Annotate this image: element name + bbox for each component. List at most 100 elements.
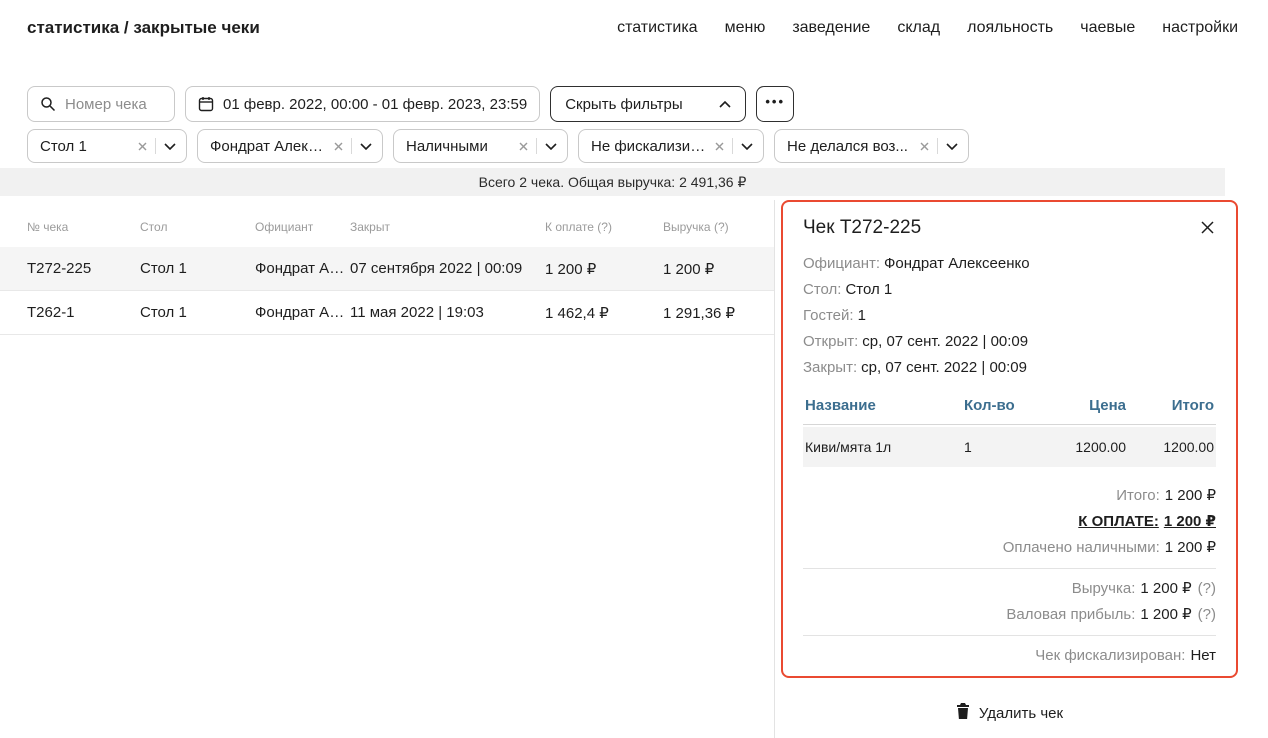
- field-opened: Открыт:ср, 07 сент. 2022 | 00:09: [803, 329, 1216, 355]
- date-range-label: 01 февр. 2022, 00:00 - 01 февр. 2023, 23…: [223, 96, 527, 113]
- help-icon[interactable]: (?): [1198, 580, 1216, 597]
- field-value: Фондрат Алексеенко: [884, 255, 1030, 272]
- item-name: Киви/мята 1л: [803, 439, 964, 455]
- cell-revenue: 1 200 ₽: [663, 260, 774, 278]
- filter-pill-fiscalized[interactable]: Не фискализир...: [578, 129, 764, 163]
- nav-item-venue[interactable]: заведение: [792, 19, 870, 37]
- nav-item-loyalty[interactable]: лояльность: [967, 19, 1053, 37]
- total-subtotal: Итого:1 200 ₽: [803, 483, 1216, 509]
- remove-filter-icon[interactable]: [334, 142, 343, 151]
- cell-to-pay: 1 462,4 ₽: [545, 304, 663, 322]
- total-paid-cash: Оплачено наличными:1 200 ₽: [803, 535, 1216, 561]
- totals-divider: [803, 568, 1216, 569]
- cell-to-pay: 1 200 ₽: [545, 260, 663, 278]
- filter-pill-label: Не делался воз...: [787, 138, 912, 155]
- remove-filter-icon[interactable]: [138, 142, 147, 151]
- filter-pill-refund[interactable]: Не делался воз...: [774, 129, 969, 163]
- cell-waiter: Фондрат Алекс...: [255, 304, 350, 321]
- receipts-table: № чека Стол Официант Закрыт К оплате (?)…: [0, 207, 774, 335]
- pill-divider: [351, 138, 352, 154]
- field-label: Стол:: [803, 281, 841, 298]
- hide-filters-button[interactable]: Скрыть фильтры: [550, 86, 746, 122]
- field-label: Закрыт:: [803, 359, 857, 376]
- item-total: 1200.00: [1128, 439, 1216, 455]
- field-value: ср, 07 сент. 2022 | 00:09: [862, 333, 1028, 350]
- field-guests: Гостей:1: [803, 303, 1216, 329]
- pill-divider: [155, 138, 156, 154]
- nav-item-settings[interactable]: настройки: [1162, 19, 1238, 37]
- pill-divider: [937, 138, 938, 154]
- total-gross-profit: Валовая прибыль:1 200 ₽(?): [803, 602, 1216, 628]
- col-header-closed: Закрыт: [350, 220, 545, 234]
- chevron-up-icon: [719, 101, 731, 108]
- items-col-name: Название: [803, 397, 964, 414]
- cell-receipt-number: T262-1: [27, 304, 140, 321]
- header: статистика / закрытые чеки статистика ме…: [0, 0, 1268, 38]
- items-col-total: Итого: [1128, 397, 1216, 414]
- total-to-pay: К ОПЛАТЕ:1 200 ₽: [803, 509, 1216, 535]
- remove-filter-icon[interactable]: [519, 142, 528, 151]
- more-options-icon: •••: [765, 94, 785, 109]
- delete-receipt-button[interactable]: Удалить чек: [781, 703, 1238, 723]
- col-header-to-pay: К оплате (?): [545, 220, 663, 234]
- chevron-down-icon[interactable]: [360, 143, 372, 150]
- receipt-number-search[interactable]: [27, 86, 175, 122]
- total-fiscalized: Чек фискализирован:Нет: [803, 643, 1216, 669]
- receipt-items-table: Название Кол-во Цена Итого Киви/мята 1л …: [803, 393, 1216, 467]
- nav-item-stock[interactable]: склад: [897, 19, 940, 37]
- filter-pill-payment[interactable]: Наличными: [393, 129, 568, 163]
- close-icon[interactable]: [1199, 217, 1216, 243]
- items-col-price: Цена: [1036, 397, 1128, 414]
- field-table: Стол:Стол 1: [803, 277, 1216, 303]
- chevron-down-icon[interactable]: [946, 143, 958, 150]
- items-row: Киви/мята 1л 1 1200.00 1200.00: [803, 427, 1216, 467]
- trash-icon: [956, 703, 970, 723]
- summary-bar: Всего 2 чека. Общая выручка: 2 491,36 ₽: [0, 168, 1225, 196]
- summary-text: Всего 2 чека. Общая выручка: 2 491,36 ₽: [479, 174, 747, 191]
- filter-pill-label: Не фискализир...: [591, 138, 707, 155]
- nav-item-tips[interactable]: чаевые: [1080, 19, 1135, 37]
- calendar-icon: [198, 96, 214, 112]
- remove-filter-icon[interactable]: [715, 142, 724, 151]
- search-icon: [40, 96, 56, 112]
- remove-filter-icon[interactable]: [920, 142, 929, 151]
- totals-divider: [803, 635, 1216, 636]
- panel-divider: [774, 200, 775, 738]
- page: статистика / закрытые чеки статистика ме…: [0, 0, 1268, 738]
- pill-divider: [536, 138, 537, 154]
- field-closed: Закрыт:ср, 07 сент. 2022 | 00:09: [803, 355, 1216, 381]
- table-row[interactable]: T262-1 Стол 1 Фондрат Алекс... 11 мая 20…: [0, 291, 774, 335]
- search-input[interactable]: [65, 96, 162, 113]
- filter-pill-label: Стол 1: [40, 138, 130, 155]
- filter-pill-label: Наличными: [406, 138, 511, 155]
- items-col-qty: Кол-во: [964, 397, 1036, 414]
- chevron-down-icon[interactable]: [164, 143, 176, 150]
- filter-pill-table[interactable]: Стол 1: [27, 129, 187, 163]
- col-header-waiter: Официант: [255, 220, 350, 234]
- chevron-down-icon[interactable]: [545, 143, 557, 150]
- delete-receipt-label: Удалить чек: [979, 705, 1063, 722]
- cell-closed: 11 мая 2022 | 19:03: [350, 304, 545, 321]
- breadcrumb: статистика / закрытые чеки: [27, 18, 260, 38]
- more-filters-button[interactable]: •••: [756, 86, 794, 122]
- nav-item-statistics[interactable]: статистика: [617, 19, 697, 37]
- filter-pill-waiter[interactable]: Фондрат Алекс...: [197, 129, 383, 163]
- table-header-row: № чека Стол Официант Закрыт К оплате (?)…: [0, 207, 774, 247]
- pill-divider: [732, 138, 733, 154]
- active-filter-pills: Стол 1 Фондрат Алекс... Наличными Не фис…: [27, 129, 969, 163]
- item-qty: 1: [964, 439, 1036, 455]
- cell-closed: 07 сентября 2022 | 00:09: [350, 260, 545, 277]
- help-icon[interactable]: (?): [1198, 606, 1216, 623]
- field-label: Официант:: [803, 255, 880, 272]
- field-value: Стол 1: [845, 281, 892, 298]
- filters-toolbar: 01 февр. 2022, 00:00 - 01 февр. 2023, 23…: [27, 86, 794, 122]
- total-revenue: Выручка:1 200 ₽(?): [803, 576, 1216, 602]
- table-row[interactable]: T272-225 Стол 1 Фондрат Алекс... 07 сент…: [0, 247, 774, 291]
- field-value: ср, 07 сент. 2022 | 00:09: [861, 359, 1027, 376]
- filter-pill-label: Фондрат Алекс...: [210, 138, 326, 155]
- chevron-down-icon[interactable]: [741, 143, 753, 150]
- nav-item-menu[interactable]: меню: [725, 19, 766, 37]
- date-range-picker[interactable]: 01 февр. 2022, 00:00 - 01 февр. 2023, 23…: [185, 86, 540, 122]
- col-header-revenue: Выручка (?): [663, 220, 774, 234]
- receipt-card-header: Чек T272-225: [803, 217, 1216, 243]
